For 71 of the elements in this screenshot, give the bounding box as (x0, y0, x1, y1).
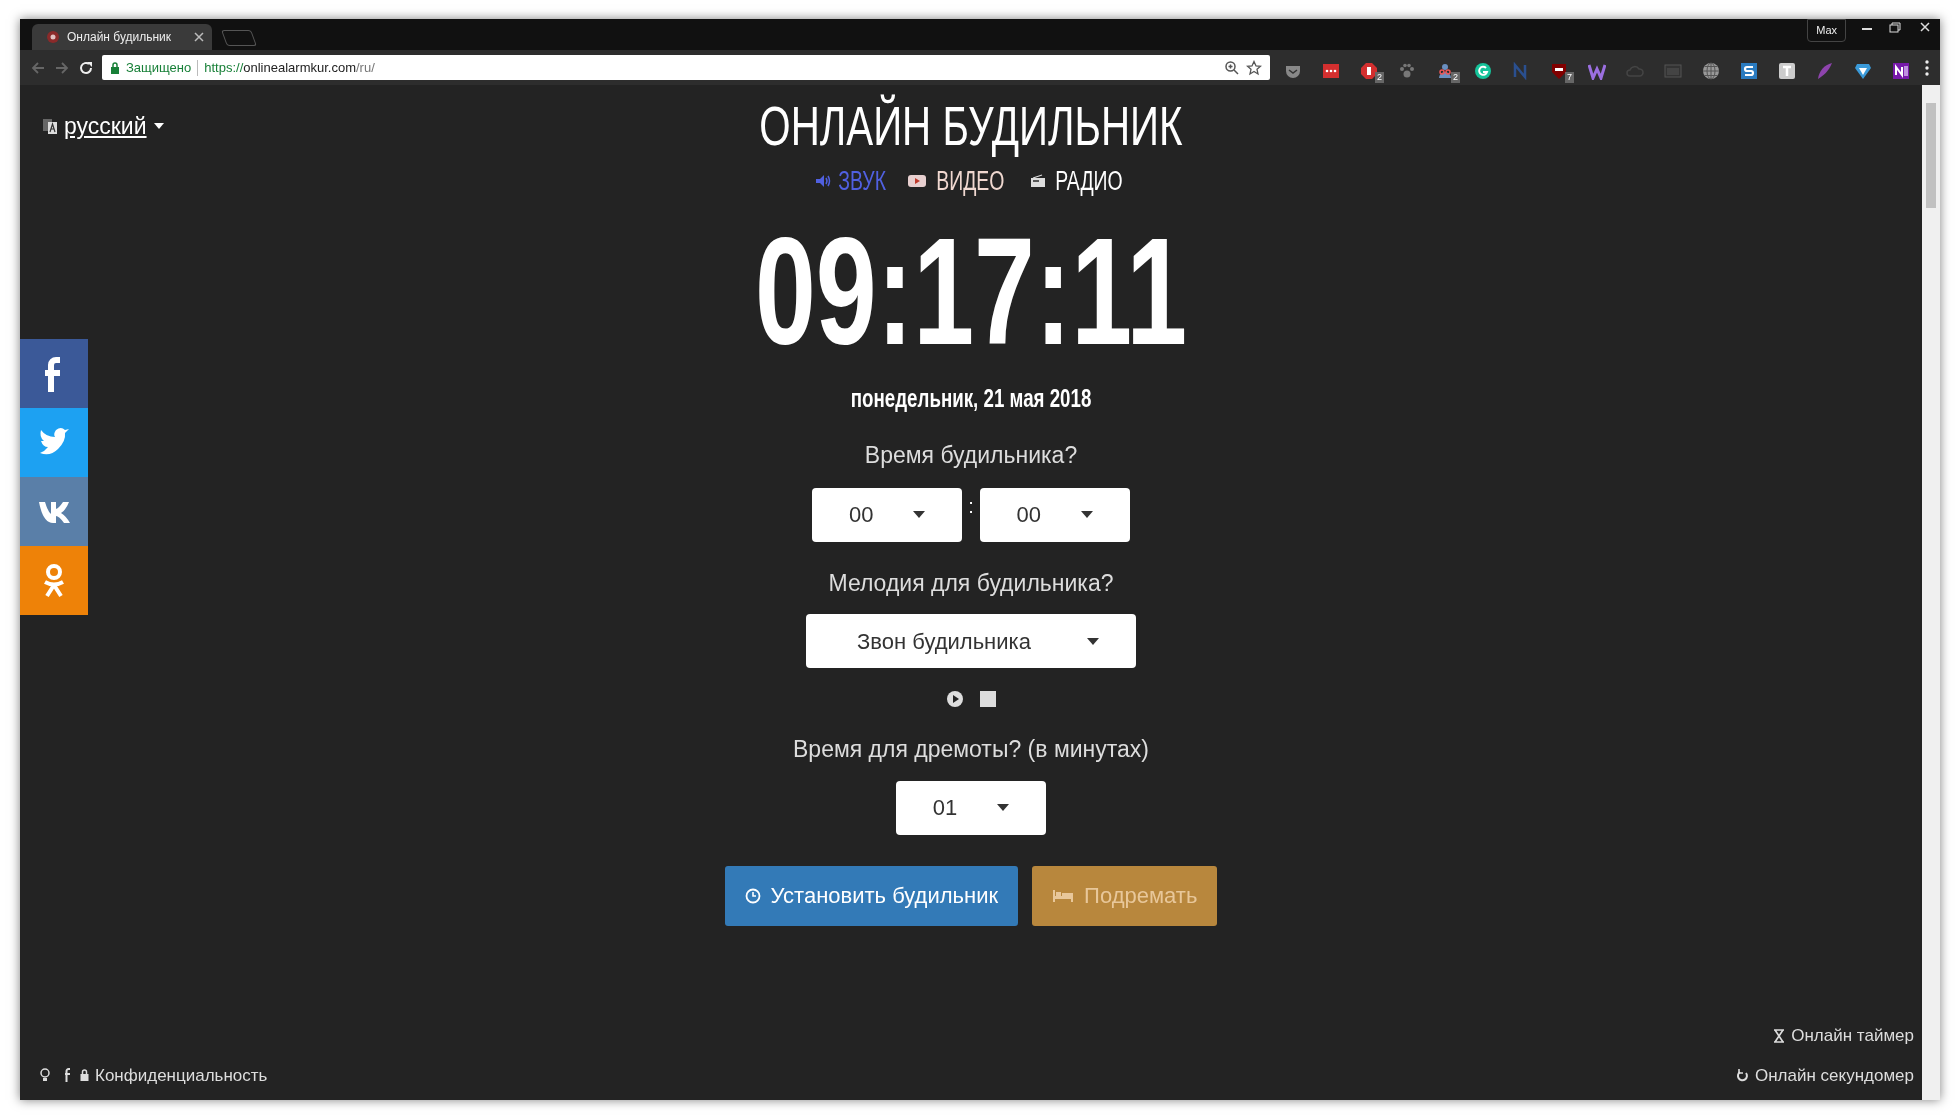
letter-s-icon[interactable] (1740, 62, 1758, 81)
stop-icon[interactable] (980, 691, 996, 708)
scrollbar-thumb[interactable] (1926, 103, 1936, 208)
date-text: понедельник, 21 мая 2018 (850, 382, 1092, 416)
letter-g-icon[interactable] (1474, 62, 1492, 81)
extension-badge: 2 (1375, 71, 1384, 83)
alarm-time-label: Время будильника? (864, 441, 1078, 471)
letter-w-icon[interactable] (1588, 62, 1606, 81)
hour-select[interactable]: 00 (812, 487, 963, 542)
hourglass-icon (1773, 1028, 1786, 1043)
star-icon[interactable] (1246, 59, 1262, 76)
notebook-icon[interactable] (1892, 62, 1910, 81)
refresh-icon (1735, 1068, 1749, 1083)
snooze-time-label: Время для дремоты? (в минутах) (793, 735, 1149, 765)
address-bar[interactable]: Защищено https://onlinealarmkur.com/ru/ (102, 55, 1270, 80)
reload-icon[interactable] (78, 59, 94, 76)
tab-title: Онлайн будильник (67, 29, 173, 46)
zoom-icon[interactable] (1224, 59, 1240, 76)
mode-link[interactable]: ВИДЕО (906, 160, 1010, 202)
globe-icon[interactable] (1702, 62, 1720, 81)
people-icon[interactable] (1436, 62, 1454, 81)
bed-icon (1052, 888, 1075, 903)
set-alarm-button[interactable]: Установить будильник (724, 865, 1019, 926)
menu-icon[interactable] (1924, 58, 1930, 77)
speaker-icon (814, 173, 833, 188)
page-title: ОНЛАЙН БУДИЛЬНИК (759, 95, 1183, 157)
caret-icon (997, 804, 1010, 812)
facebook-share-button[interactable] (20, 339, 88, 408)
browser-tab[interactable]: Онлайн будильник (32, 24, 212, 50)
close-icon[interactable] (194, 32, 204, 42)
language-dropdown[interactable]: русский (42, 109, 671, 144)
letter-t-icon[interactable] (1778, 62, 1796, 81)
stopwatch-link[interactable]: Онлайн секундомер (1735, 1062, 1914, 1088)
mode-link[interactable]: РАДИО (1029, 160, 1128, 202)
melody-select[interactable]: Звон будильника (806, 614, 1136, 669)
timer-link[interactable]: Онлайн таймер (1773, 1023, 1914, 1049)
melody-label: Мелодия для будильника? (828, 568, 1114, 598)
forward-icon[interactable] (54, 59, 70, 76)
shield-icon[interactable] (1550, 62, 1568, 81)
url-text: https://onlinealarmkur.com/ru/ (204, 58, 375, 77)
radio-icon (1029, 173, 1046, 188)
time-separator: : (968, 493, 974, 519)
snooze-select[interactable]: 01 (896, 780, 1046, 835)
translate-icon (42, 117, 58, 136)
vk-share-button[interactable] (20, 477, 88, 546)
caret-icon (1081, 511, 1093, 519)
caret-icon (1086, 637, 1099, 645)
ok-share-button[interactable] (20, 546, 88, 615)
play-icon[interactable] (946, 690, 964, 709)
lightbulb-icon[interactable] (40, 1068, 50, 1083)
privacy-link[interactable]: Конфиденциальность (80, 1062, 268, 1088)
lock-icon (110, 61, 120, 74)
extension-badge: 2 (1451, 71, 1460, 83)
new-tab-button[interactable] (221, 30, 257, 46)
lock-icon (80, 1069, 89, 1082)
clock-time: 09:17:11 (755, 215, 1187, 368)
back-icon[interactable] (30, 59, 46, 76)
play-video-icon (906, 173, 927, 188)
extension-badge: 7 (1565, 71, 1574, 83)
caret-icon (913, 511, 926, 519)
profile-button[interactable]: Max (1807, 19, 1846, 42)
twitter-share-button[interactable] (20, 408, 88, 477)
scrollbar[interactable] (1922, 85, 1940, 1100)
site-icon (46, 30, 60, 44)
clock-icon (744, 887, 761, 904)
diamond-icon[interactable] (1854, 62, 1872, 81)
secure-label: Защищено (126, 58, 192, 77)
facebook-icon[interactable] (64, 1068, 72, 1083)
dots-icon[interactable] (1322, 62, 1340, 81)
minute-select[interactable]: 00 (979, 487, 1130, 542)
caret-icon (152, 122, 165, 131)
